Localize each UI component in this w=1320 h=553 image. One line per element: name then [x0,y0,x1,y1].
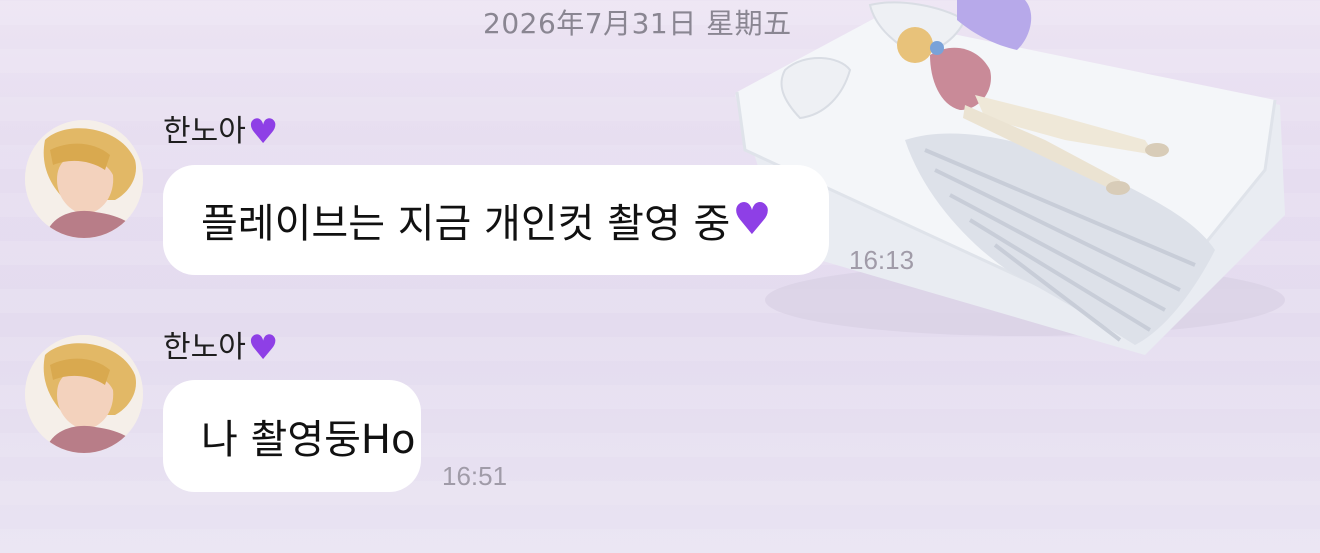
message-text: 나 촬영둥Ho [201,417,416,463]
message-timestamp: 16:13 [849,245,915,275]
sender-name: 한노아♥ [163,106,278,150]
sender-name-text: 한노아 [163,114,246,149]
sender-name-text: 한노아 [163,330,246,365]
message-bubble[interactable]: 플레이브는 지금 개인컷 촬영 중 ♥ [163,165,829,275]
message-timestamp: 16:51 [442,461,508,491]
purple-heart-icon: ♥ [247,328,279,368]
avatar-portrait-icon [25,120,143,238]
avatar-portrait-icon [25,335,143,453]
message-text: 플레이브는 지금 개인컷 촬영 중 [201,201,731,247]
avatar[interactable] [25,120,143,238]
sender-name: 한노아♥ [163,322,278,366]
avatar[interactable] [25,335,143,453]
message-bubble[interactable]: 나 촬영둥Ho [163,380,421,492]
purple-heart-icon: ♥ [732,194,772,245]
purple-heart-icon: ♥ [247,112,279,152]
